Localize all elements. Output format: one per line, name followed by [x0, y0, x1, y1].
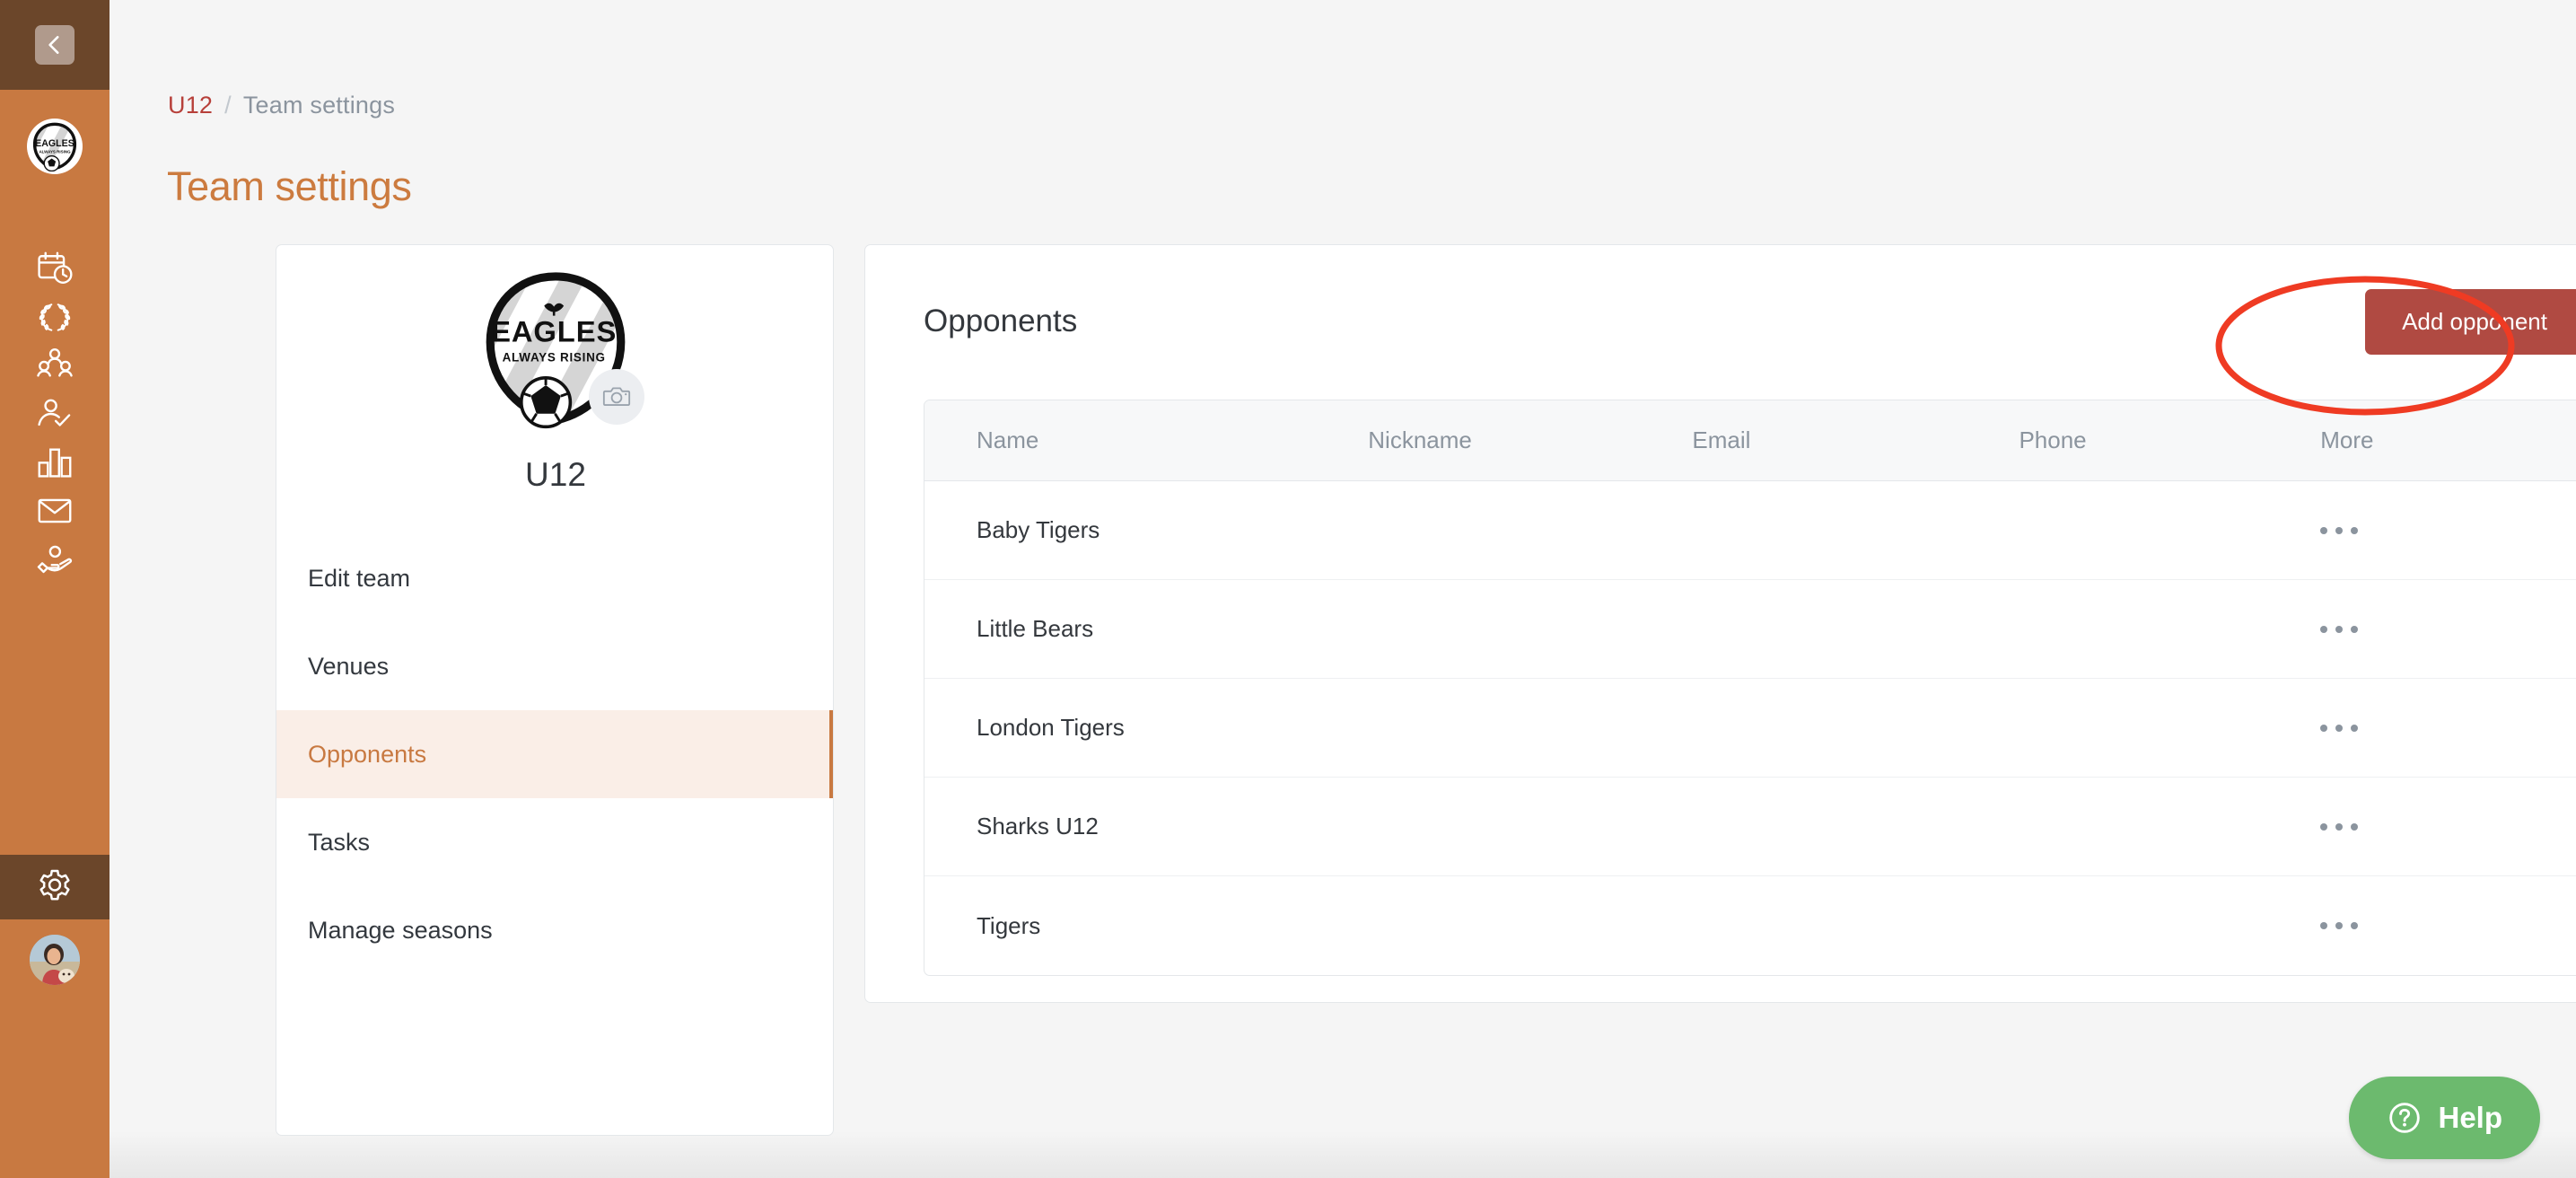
- svg-text:ALWAYS RISING: ALWAYS RISING: [39, 149, 71, 154]
- menu-item-label: Opponents: [308, 740, 427, 768]
- svg-text:ALWAYS RISING: ALWAYS RISING: [503, 351, 606, 365]
- eagles-crest-icon: EAGLES ALWAYS RISING: [32, 122, 77, 171]
- table-row[interactable]: Baby Tigers: [924, 481, 2576, 580]
- column-header-nickname: Nickname: [1368, 426, 1472, 453]
- sidebar-item-schedule[interactable]: [0, 244, 110, 293]
- team-logo-container: EAGLES ALWAYS RISING: [276, 245, 833, 452]
- more-options-icon[interactable]: [2320, 526, 2576, 534]
- sidebar-item-members[interactable]: [0, 341, 110, 390]
- menu-item-edit-team[interactable]: Edit team: [276, 534, 833, 622]
- menu-item-label: Manage seasons: [308, 916, 493, 944]
- column-header-more: More: [2320, 426, 2374, 453]
- more-options-icon[interactable]: [2320, 625, 2576, 633]
- cell-more: [2320, 526, 2576, 534]
- cell-name: London Tigers: [977, 714, 1125, 741]
- svg-text:EAGLES: EAGLES: [35, 138, 74, 149]
- left-nav-rail: EAGLES ALWAYS RISING: [0, 0, 110, 1178]
- team-name: U12: [525, 456, 586, 493]
- breadcrumb: U12 / Team settings: [168, 92, 395, 119]
- menu-item-label: Venues: [308, 652, 390, 680]
- change-team-photo-button[interactable]: [589, 369, 644, 425]
- table-row[interactable]: London Tigers: [924, 679, 2576, 778]
- gear-icon: [39, 869, 70, 901]
- opponents-table: Name Nickname Email Phone More Baby Tige…: [924, 400, 2576, 976]
- avatar[interactable]: [30, 935, 80, 985]
- table-header-row: Name Nickname Email Phone More: [924, 400, 2576, 481]
- more-options-icon[interactable]: [2320, 822, 2576, 831]
- sidebar-item-settings[interactable]: [0, 855, 110, 919]
- cell-more: [2320, 724, 2576, 732]
- chevron-left-icon: [48, 36, 59, 54]
- table-row[interactable]: Little Bears: [924, 580, 2576, 679]
- breadcrumb-separator: /: [224, 92, 232, 119]
- menu-item-label: Edit team: [308, 564, 411, 592]
- question-circle-icon: [2389, 1103, 2421, 1133]
- cell-more: [2320, 625, 2576, 633]
- user-avatar-container: [0, 919, 110, 1000]
- sidebar-item-attendance[interactable]: [0, 390, 110, 438]
- laurel-wreath-icon: [39, 303, 71, 331]
- calendar-clock-icon: [38, 251, 73, 284]
- svg-text:EAGLES: EAGLES: [491, 315, 617, 348]
- breadcrumb-link-team[interactable]: U12: [168, 92, 213, 119]
- menu-item-opponents[interactable]: Opponents: [276, 710, 833, 798]
- column-header-name: Name: [977, 426, 1039, 453]
- column-header-phone: Phone: [2019, 426, 2087, 453]
- table-row[interactable]: Tigers: [924, 876, 2576, 975]
- sidebar-item-messages[interactable]: [0, 487, 110, 535]
- cell-more: [2320, 922, 2576, 929]
- cell-more: [2320, 822, 2576, 831]
- people-group-icon: [37, 348, 73, 377]
- breadcrumb-current: Team settings: [242, 92, 396, 119]
- opponents-title: Opponents: [924, 303, 1078, 338]
- avatar-photo-icon: [30, 935, 80, 985]
- column-header-email: Email: [1692, 426, 1751, 453]
- team-logo: EAGLES ALWAYS RISING: [474, 267, 644, 430]
- menu-item-venues[interactable]: Venues: [276, 622, 833, 710]
- sidebar-item-statistics[interactable]: [0, 438, 110, 487]
- cell-name: Sharks U12: [977, 813, 1099, 840]
- cell-name: Baby Tigers: [977, 516, 1100, 543]
- camera-icon: [602, 387, 631, 406]
- page-title: Team settings: [167, 163, 412, 209]
- more-options-icon[interactable]: [2320, 724, 2576, 732]
- help-label: Help: [2438, 1101, 2502, 1134]
- rail-nav-list: [0, 199, 110, 584]
- sidebar-item-competitions[interactable]: [0, 293, 110, 341]
- opponents-header: Opponents Add opponent: [865, 245, 2576, 398]
- help-widget-button[interactable]: Help: [2349, 1077, 2540, 1159]
- menu-item-label: Tasks: [308, 828, 371, 856]
- more-options-icon[interactable]: [2320, 922, 2576, 929]
- sidebar-item-sponsors[interactable]: [0, 535, 110, 584]
- cell-name: Tigers: [977, 911, 1041, 939]
- opponents-card: Opponents Add opponent Name Nickname Ema…: [864, 244, 2576, 1003]
- sidebar-header: [0, 0, 110, 90]
- bar-chart-icon: [38, 448, 72, 478]
- menu-item-tasks[interactable]: Tasks: [276, 798, 833, 886]
- table-row[interactable]: Sharks U12: [924, 778, 2576, 876]
- menu-item-manage-seasons[interactable]: Manage seasons: [276, 886, 833, 974]
- team-settings-menu: Edit team Venues Opponents Tasks Manage …: [276, 534, 833, 974]
- envelope-icon: [38, 498, 72, 523]
- team-settings-card: EAGLES ALWAYS RISING U12 Edit team Venue…: [276, 244, 834, 1136]
- bottom-gradient: [110, 1131, 2576, 1178]
- collapse-sidebar-button[interactable]: [35, 25, 74, 65]
- cell-name: Little Bears: [977, 615, 1094, 642]
- person-check-icon: [38, 399, 71, 426]
- hand-coin-icon: [37, 545, 73, 574]
- brand-logo-button[interactable]: EAGLES ALWAYS RISING: [27, 119, 83, 174]
- main-content: U12 / Team settings Team settings EAGLES…: [110, 0, 2576, 1178]
- add-opponent-button[interactable]: Add opponent: [2365, 288, 2576, 355]
